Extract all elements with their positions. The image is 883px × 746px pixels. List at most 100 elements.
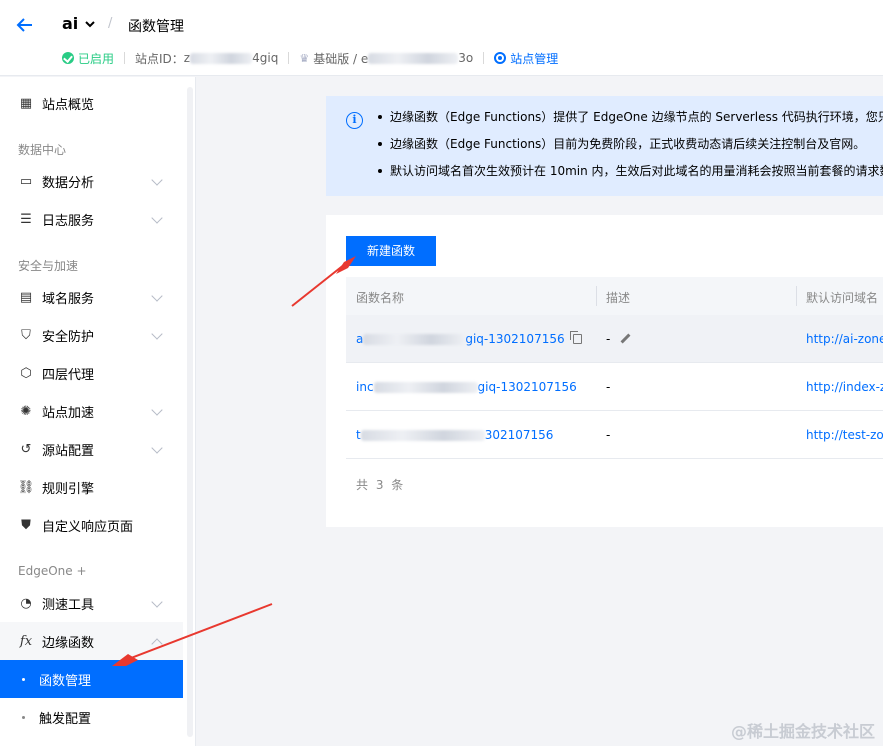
pagination-total: 共 3 条 bbox=[356, 478, 406, 492]
chevron-down-icon[interactable] bbox=[84, 18, 96, 30]
function-domain-link[interactable]: http://ai-zone-2 bbox=[806, 332, 883, 346]
function-name-link[interactable]: inc giq-1302107156 bbox=[356, 380, 577, 394]
function-name-start: a bbox=[356, 332, 364, 346]
gear-icon bbox=[494, 52, 507, 64]
chevron-down-icon bbox=[151, 290, 163, 302]
function-description: - bbox=[606, 332, 631, 346]
function-description: - bbox=[606, 428, 611, 442]
notice-line: 边缘函数（Edge Functions）目前为免费阶段，正式收费动态请后续关注控… bbox=[376, 136, 883, 163]
site-manage-label: 站点管理 bbox=[510, 51, 559, 66]
divider bbox=[288, 52, 290, 64]
hexagon-icon: ⬡ bbox=[20, 365, 32, 381]
sidebar-item-speed-test[interactable]: ◔ 测速工具 bbox=[0, 584, 183, 622]
dashboard-icon: ▦ bbox=[19, 95, 33, 111]
sidebar-item-label: 规则引擎 bbox=[42, 481, 95, 497]
chevron-down-icon bbox=[151, 328, 163, 340]
group-security: 安全与加速 bbox=[18, 259, 79, 273]
column-header-name: 函数名称 bbox=[356, 291, 405, 305]
site-meta-row: 已启用 站点ID： z 4giq ♛ 基础版 / e 3o 站点管理 bbox=[62, 50, 558, 66]
sidebar-item-label: 四层代理 bbox=[42, 367, 95, 383]
sidebar-item-overview[interactable]: ▦ 站点概览 bbox=[0, 84, 183, 122]
sidebar-item-data-analysis[interactable]: ▭ 数据分析 bbox=[0, 162, 183, 200]
function-name-link[interactable]: a giq-1302107156 bbox=[356, 331, 582, 346]
info-icon: i bbox=[346, 112, 363, 129]
sidebar-item-label: 自定义响应页面 bbox=[42, 519, 134, 535]
function-fx-icon: fx bbox=[19, 633, 33, 649]
table-row[interactable]: inc giq-1302107156 - http://index-zon bbox=[346, 363, 883, 411]
sidebar-item-label: 站点加速 bbox=[42, 405, 95, 421]
function-domain-link[interactable]: http://index-zon bbox=[806, 380, 883, 394]
watermark: @稀土掘金技术社区 bbox=[730, 722, 875, 741]
sidebar-item-label: 日志服务 bbox=[42, 213, 95, 229]
info-notice: i 边缘函数（Edge Functions）提供了 EdgeOne 边缘节点的 … bbox=[326, 96, 883, 196]
function-name-start: inc bbox=[356, 380, 374, 394]
sidebar-item-label: 测速工具 bbox=[42, 597, 95, 613]
table-header: 函数名称 描述 默认访问域名 bbox=[346, 277, 883, 315]
site-manage-link[interactable]: 站点管理 bbox=[494, 50, 558, 67]
plan-suffix: 3o bbox=[458, 51, 474, 65]
table-row[interactable]: t302107156 - http://test-zone bbox=[346, 411, 883, 459]
status-text: 已启用 bbox=[78, 51, 115, 66]
link-icon: ⛓ bbox=[17, 479, 35, 495]
sidebar-item-label: 边缘函数 bbox=[42, 635, 95, 651]
edit-pencil-icon[interactable] bbox=[620, 333, 631, 344]
chevron-down-icon bbox=[151, 442, 163, 454]
crown-icon: ♛ bbox=[299, 51, 310, 65]
column-divider bbox=[596, 286, 597, 306]
sidebar-item-label: 域名服务 bbox=[42, 291, 95, 307]
sidebar-item-label: 触发配置 bbox=[39, 711, 92, 727]
site-selector[interactable]: ai bbox=[62, 14, 78, 33]
sidebar-item-log-service[interactable]: ☰ 日志服务 bbox=[0, 200, 183, 238]
sidebar-item-label: 源站配置 bbox=[42, 443, 95, 459]
description-text: - bbox=[606, 332, 611, 346]
chevron-down-icon bbox=[151, 212, 163, 224]
sidebar-item-label: 站点概览 bbox=[42, 97, 95, 113]
function-name-end: giq-1302107156 bbox=[477, 380, 577, 394]
column-header-description: 描述 bbox=[606, 291, 631, 305]
sidebar-item-label: 安全防护 bbox=[42, 329, 95, 345]
redacted-function-name bbox=[363, 334, 466, 345]
history-icon: ↺ bbox=[20, 441, 32, 457]
table-row[interactable]: a giq-1302107156 - http://ai-zone-2 bbox=[346, 315, 883, 363]
sidebar-item-function-manage[interactable]: 函数管理 bbox=[0, 660, 183, 698]
column-header-domain: 默认访问域名 bbox=[806, 291, 879, 305]
sidebar-item-rules-engine[interactable]: ⛓ 规则引擎 bbox=[0, 468, 183, 506]
sidebar: ▦ 站点概览 数据中心 ▭ 数据分析 ☰ 日志服务 安全与加速 ▤ 域名服务 ⛉… bbox=[0, 77, 196, 746]
function-name-end: 302107156 bbox=[484, 428, 554, 442]
pie-chart-icon: ◔ bbox=[20, 595, 32, 611]
function-name-link[interactable]: t 302107156 bbox=[356, 428, 553, 442]
monitor-icon: ▭ bbox=[19, 173, 33, 189]
breadcrumb-separator: / bbox=[108, 16, 113, 31]
sidebar-item-edge-functions[interactable]: fx 边缘函数 bbox=[0, 622, 183, 660]
sidebar-item-site-accel[interactable]: ✺ 站点加速 bbox=[0, 392, 183, 430]
accelerate-icon: ✺ bbox=[20, 403, 32, 419]
list-icon: ☰ bbox=[20, 211, 32, 227]
redacted-function-name bbox=[360, 430, 485, 441]
function-domain-link[interactable]: http://test-zone bbox=[806, 428, 883, 442]
site-id-suffix: 4giq bbox=[252, 51, 279, 65]
group-edgeone-plus: EdgeOne + bbox=[18, 564, 87, 578]
sidebar-item-custom-page[interactable]: ⛊ 自定义响应页面 bbox=[0, 506, 183, 544]
top-header: ai / 函数管理 已启用 站点ID： z 4giq ♛ 基础版 / e 3o … bbox=[0, 0, 883, 76]
redacted-plan-id bbox=[368, 52, 459, 64]
sidebar-item-label: 函数管理 bbox=[39, 673, 92, 689]
sidebar-item-domain-service[interactable]: ▤ 域名服务 bbox=[0, 278, 183, 316]
copy-icon[interactable] bbox=[569, 331, 582, 344]
function-name-end: giq-1302107156 bbox=[465, 332, 565, 346]
notice-line: 边缘函数（Edge Functions）提供了 EdgeOne 边缘节点的 Se… bbox=[376, 109, 883, 136]
sidebar-scrollbar[interactable] bbox=[187, 87, 193, 737]
create-function-button[interactable]: 新建函数 bbox=[346, 236, 436, 266]
sidebar-item-l4-proxy[interactable]: ⬡ 四层代理 bbox=[0, 354, 183, 392]
chevron-down-icon bbox=[151, 174, 163, 186]
sidebar-item-security-protection[interactable]: ⛉ 安全防护 bbox=[0, 316, 183, 354]
site-id-label: 站点ID： bbox=[135, 51, 184, 66]
status-badge: 已启用 bbox=[62, 50, 114, 67]
sidebar-item-origin-config[interactable]: ↺ 源站配置 bbox=[0, 430, 183, 468]
chevron-down-icon bbox=[151, 404, 163, 416]
shield-icon: ⛉ bbox=[21, 327, 31, 343]
functions-card: 新建函数 函数名称 描述 默认访问域名 a giq-1302107156 - ht… bbox=[326, 215, 883, 527]
sidebar-item-label: 数据分析 bbox=[42, 175, 95, 191]
check-circle-icon bbox=[62, 52, 74, 64]
back-arrow-icon[interactable] bbox=[14, 14, 36, 36]
sidebar-item-trigger-config[interactable]: 触发配置 bbox=[0, 698, 183, 736]
